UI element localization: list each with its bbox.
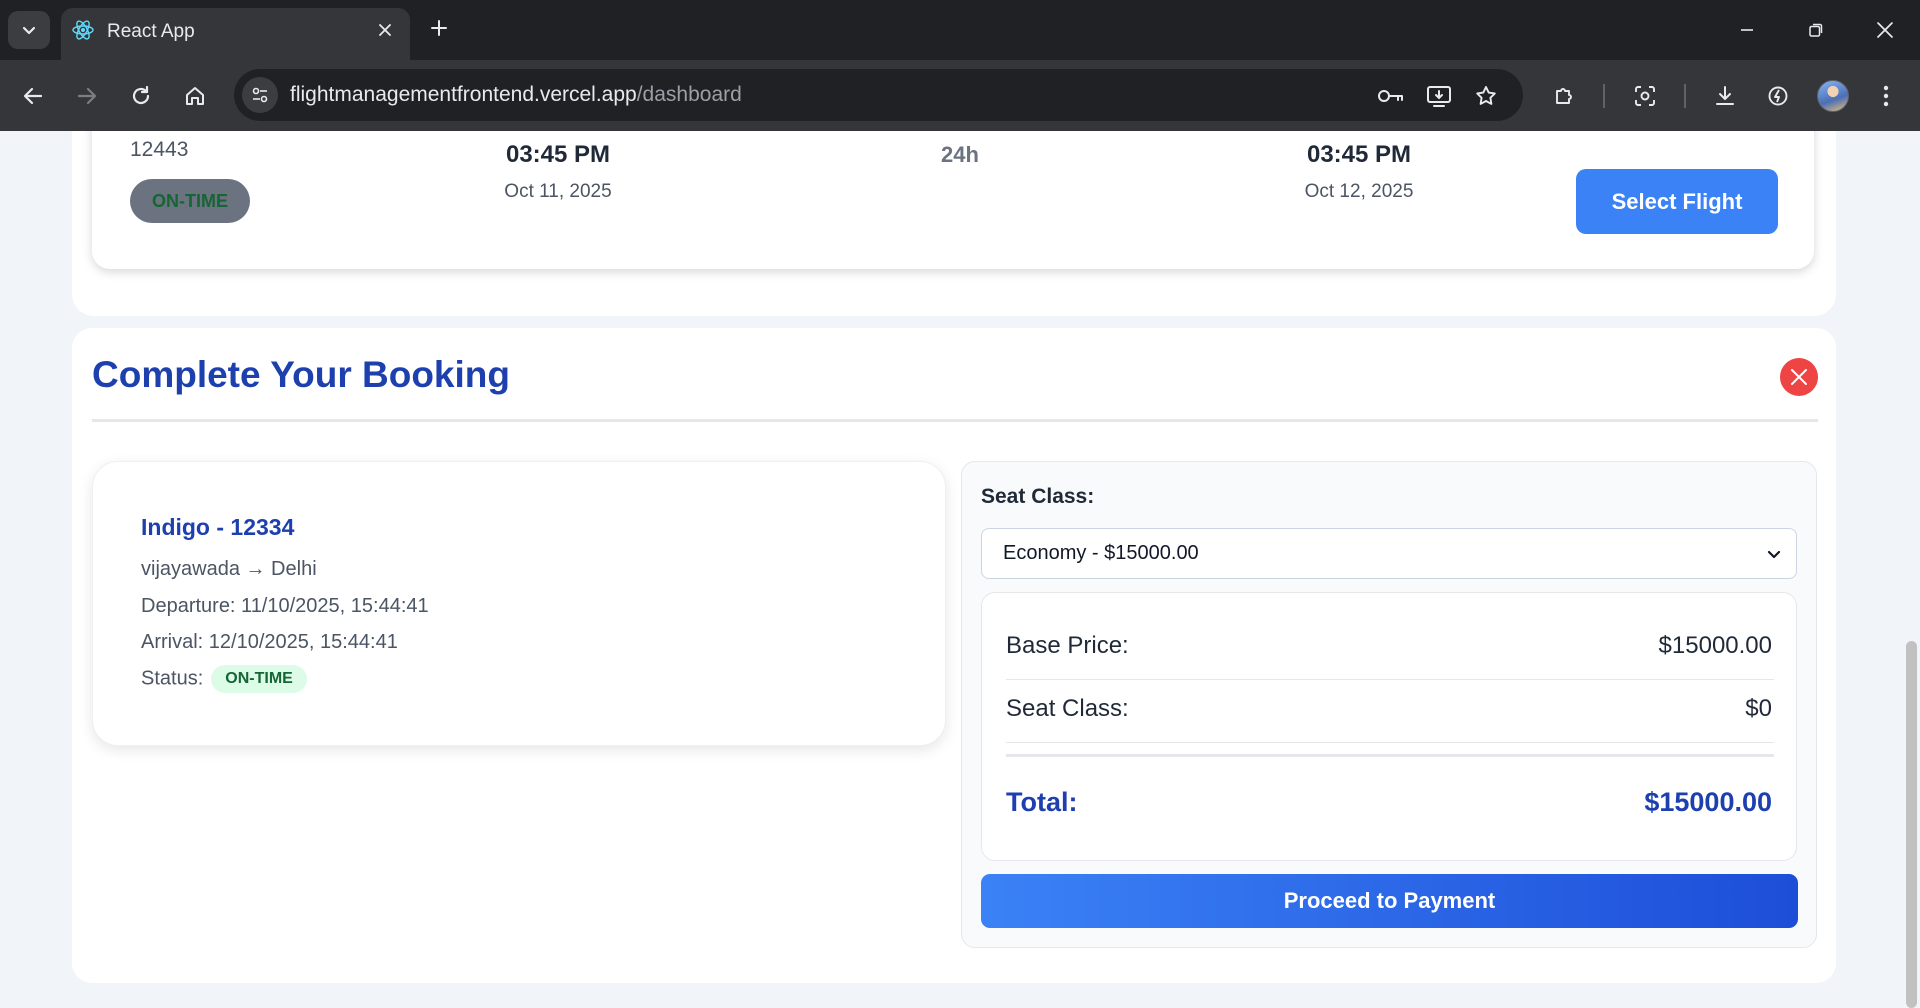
close-booking-button[interactable] <box>1780 358 1818 396</box>
more-vertical-icon <box>1883 85 1889 107</box>
performance-icon <box>1768 86 1788 106</box>
reload-icon <box>132 85 150 105</box>
flight-results-panel: 12443 ON-TIME 03:45 PM Oct 11, 2025 24h … <box>72 131 1836 316</box>
install-app-button[interactable] <box>1424 81 1454 111</box>
site-info-button[interactable] <box>242 77 278 113</box>
seat-class-label: Seat Class: <box>981 485 1095 508</box>
restore-button[interactable] <box>1796 12 1836 48</box>
page-viewport: 12443 ON-TIME 03:45 PM Oct 11, 2025 24h … <box>0 131 1920 1008</box>
toolbar-separator <box>1684 84 1686 108</box>
chevron-down-icon <box>1767 550 1781 559</box>
tab-title: React App <box>107 21 195 42</box>
departure-time: 03:45 PM <box>505 141 611 168</box>
react-icon <box>71 18 95 42</box>
restore-icon <box>1809 23 1823 37</box>
status-badge: ON-TIME <box>211 665 307 693</box>
close-window-button[interactable] <box>1865 12 1905 48</box>
tab-search-button[interactable] <box>8 11 50 49</box>
total-value: $15000.00 <box>1644 787 1772 817</box>
url-path: /dashboard <box>636 83 742 106</box>
seat-class-price-label: Seat Class: <box>1006 695 1129 722</box>
performance-button[interactable] <box>1762 80 1794 112</box>
downloads-button[interactable] <box>1709 80 1741 112</box>
address-bar[interactable]: flightmanagementfrontend.vercel.app/dash… <box>234 69 1523 121</box>
price-breakdown: Base Price: $15000.00 Seat Class: $0 Tot… <box>981 592 1797 861</box>
toolbar-separator <box>1603 84 1605 108</box>
password-manager-button[interactable] <box>1376 81 1406 111</box>
seat-class-select[interactable]: Economy - $15000.00 <box>981 528 1797 579</box>
key-icon <box>1378 90 1403 102</box>
base-price-label: Base Price: <box>1006 632 1129 659</box>
status-badge: ON-TIME <box>130 179 250 223</box>
tab-close-button[interactable] <box>372 17 398 43</box>
flight-status-line: Status: ON-TIME <box>141 665 307 693</box>
flight-arrival: Arrival: 12/10/2025, 15:44:41 <box>141 631 398 653</box>
browser-tab-bar: React App <box>0 0 1920 60</box>
lens-icon <box>1635 86 1655 106</box>
arrival-date: Oct 12, 2025 <box>1304 181 1414 202</box>
base-price-value: $15000.00 <box>1658 632 1772 659</box>
url-text[interactable]: flightmanagementfrontend.vercel.app/dash… <box>290 83 742 107</box>
download-icon <box>1716 86 1734 105</box>
page-scrollbar[interactable] <box>1902 131 1920 1008</box>
star-icon <box>1476 86 1496 105</box>
browser-toolbar: flightmanagementfrontend.vercel.app/dash… <box>0 60 1920 131</box>
back-button[interactable] <box>17 80 49 112</box>
arrow-right-icon <box>77 87 97 105</box>
total-label: Total: <box>1006 787 1078 817</box>
bookmark-button[interactable] <box>1471 81 1501 111</box>
flight-duration: 24h <box>941 142 979 167</box>
close-icon <box>1791 369 1807 385</box>
plus-icon <box>431 20 447 36</box>
new-tab-button[interactable] <box>424 13 454 43</box>
booking-form: Seat Class: Economy - $15000.00 Base Pri… <box>961 461 1817 948</box>
seat-class-price-value: $0 <box>1745 695 1772 722</box>
extensions-button[interactable] <box>1549 80 1581 112</box>
tune-icon <box>252 87 268 103</box>
departure-date: Oct 11, 2025 <box>504 181 612 202</box>
flight-number: 12443 <box>130 138 189 161</box>
flight-result-card: 12443 ON-TIME 03:45 PM Oct 11, 2025 24h … <box>92 131 1814 269</box>
flight-departure: Departure: 11/10/2025, 15:44:41 <box>141 595 429 617</box>
divider <box>1006 679 1774 680</box>
browser-tab-active[interactable]: React App <box>61 8 410 60</box>
flight-summary-card: Indigo - 12334 vijayawada → Delhi Depart… <box>92 461 946 746</box>
flight-route: vijayawada → Delhi <box>141 558 317 580</box>
flight-summary-title: Indigo - 12334 <box>141 514 295 540</box>
minimize-button[interactable] <box>1727 12 1767 48</box>
install-icon <box>1427 86 1451 107</box>
arrow-left-icon <box>23 87 43 105</box>
browser-menu-button[interactable] <box>1870 80 1902 112</box>
arrival-time: 03:45 PM <box>1306 141 1412 168</box>
home-button[interactable] <box>179 80 211 112</box>
divider <box>92 419 1818 422</box>
scrollbar-thumb[interactable] <box>1906 641 1917 1008</box>
google-lens-button[interactable] <box>1629 80 1661 112</box>
proceed-to-payment-button[interactable]: Proceed to Payment <box>981 874 1798 928</box>
url-host: flightmanagementfrontend.vercel.app <box>290 83 637 106</box>
chevron-down-icon <box>22 26 36 35</box>
forward-button[interactable] <box>71 80 103 112</box>
profile-avatar[interactable] <box>1817 80 1849 112</box>
home-icon <box>186 87 204 105</box>
booking-panel: Complete Your Booking Indigo - 12334 vij… <box>72 328 1836 983</box>
divider <box>1006 742 1774 743</box>
reload-button[interactable] <box>125 80 157 112</box>
minimize-icon <box>1741 29 1753 31</box>
close-icon <box>1877 22 1893 38</box>
select-flight-button[interactable]: Select Flight <box>1576 169 1778 234</box>
puzzle-icon <box>1556 88 1572 104</box>
seat-class-selected: Economy - $15000.00 <box>1003 542 1199 564</box>
total-divider <box>1006 754 1774 757</box>
status-label: Status: <box>141 667 204 690</box>
page-title: Complete Your Booking <box>92 354 510 395</box>
close-icon <box>379 24 391 36</box>
